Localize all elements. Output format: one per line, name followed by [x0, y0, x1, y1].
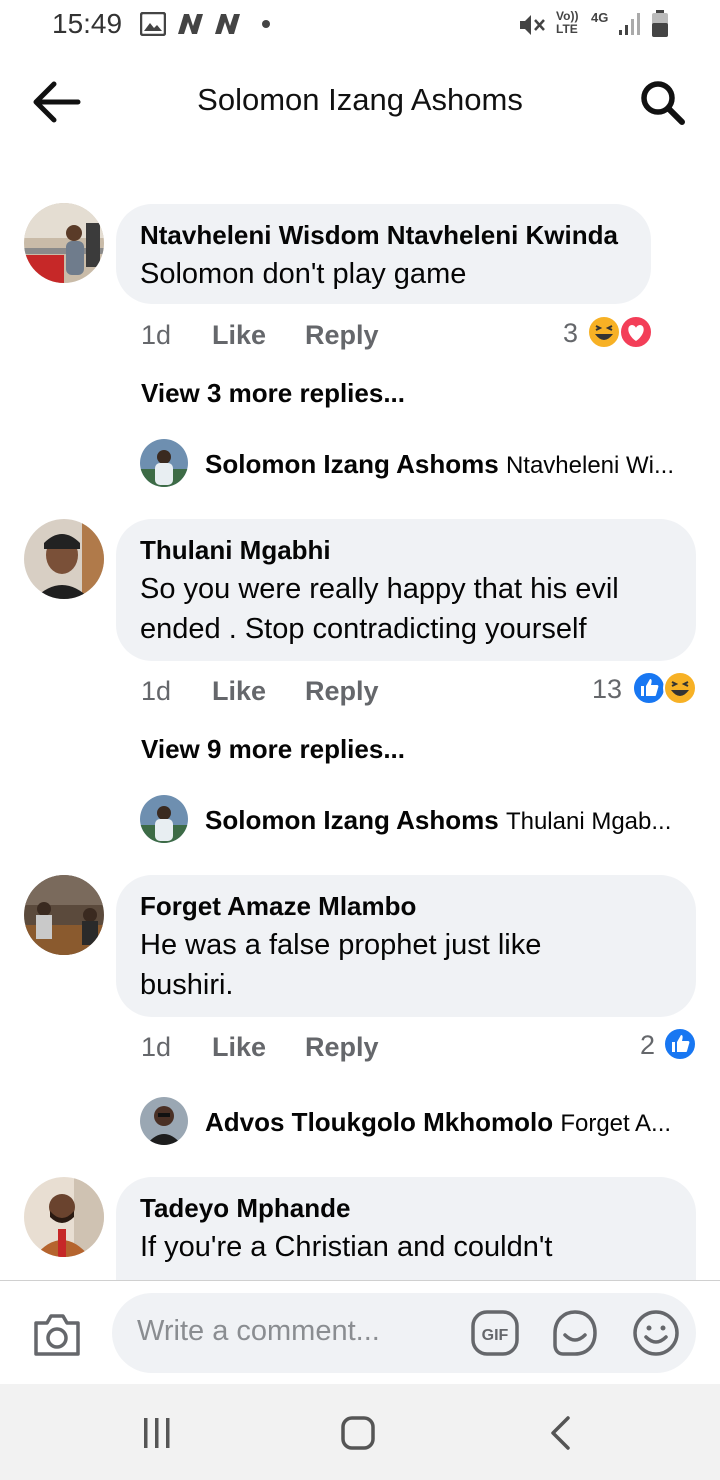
mute-icon	[520, 15, 545, 35]
comment-composer: Write a comment... GIF	[0, 1280, 720, 1385]
recent-apps-icon[interactable]	[140, 1416, 174, 1450]
love-reaction-icon	[619, 315, 653, 349]
haha-reaction-icon	[587, 315, 621, 349]
reply-button[interactable]: Reply	[305, 676, 379, 707]
like-reaction-icon	[663, 1027, 697, 1061]
camera-icon[interactable]	[32, 1313, 82, 1357]
system-back-icon[interactable]	[546, 1414, 574, 1452]
avatar[interactable]	[140, 439, 188, 487]
app-header: Solomon Izang Ashoms	[0, 60, 720, 144]
haha-reaction-icon	[663, 671, 697, 705]
reply-button[interactable]: Reply	[305, 1032, 379, 1063]
reply-snippet: Ntavheleni Wi...	[505, 452, 675, 479]
avatar[interactable]	[24, 1177, 104, 1257]
comment-input-placeholder: Write a comment...	[137, 1315, 380, 1347]
avatar[interactable]	[24, 203, 104, 283]
reaction-count[interactable]: 13	[592, 674, 622, 705]
comment-text-line: He was a false prophet just like	[140, 929, 542, 961]
comment-text-line: So you were really happy that his evil	[140, 573, 619, 605]
comment-bubble[interactable]: Thulani Mgabhi So you were really happy …	[116, 519, 696, 661]
system-nav-bar	[0, 1384, 720, 1480]
comment-timestamp: 1d	[141, 676, 172, 706]
signal-icon	[619, 13, 640, 35]
status-time: 15:49	[52, 8, 123, 39]
comment-author[interactable]: Tadeyo Mphande	[140, 1193, 350, 1224]
reply-author[interactable]: Solomon Izang Ashoms	[205, 449, 499, 479]
like-button[interactable]: Like	[212, 320, 266, 351]
like-button[interactable]: Like	[212, 1032, 266, 1063]
svg-text:GIF: GIF	[482, 1327, 509, 1344]
gallery-notification-icon	[140, 12, 166, 36]
avatar[interactable]	[24, 875, 104, 955]
comment-text-line: bushiri.	[140, 969, 234, 1001]
home-icon[interactable]	[340, 1415, 376, 1451]
comment-input[interactable]: Write a comment... GIF	[112, 1293, 696, 1373]
reply-snippet: Thulani Mgab...	[505, 808, 672, 835]
reply-preview[interactable]: Advos Tloukgolo Mkhomolo Forget A...	[205, 1107, 671, 1138]
reply-snippet: Forget A...	[560, 1110, 672, 1137]
network-gen-indicator: 4G	[591, 10, 609, 25]
reply-author[interactable]: Solomon Izang Ashoms	[205, 805, 499, 835]
reply-author[interactable]: Advos Tloukgolo Mkhomolo	[205, 1107, 553, 1137]
reply-preview[interactable]: Solomon Izang Ashoms Thulani Mgab...	[205, 805, 671, 836]
status-bar: 15:49 Vo)) LTE 4G	[0, 0, 720, 50]
comment-text-line: If you're a Christian and couldn't	[140, 1231, 553, 1263]
comment-author[interactable]: Forget Amaze Mlambo	[140, 891, 416, 922]
reaction-count[interactable]: 2	[640, 1030, 655, 1061]
avatar[interactable]	[140, 1097, 188, 1145]
search-icon[interactable]	[638, 78, 688, 128]
volte-indicator: Vo)) LTE	[556, 9, 579, 36]
comment-text: Solomon don't play game	[140, 258, 467, 290]
dot-icon	[262, 20, 270, 28]
comment-timestamp: 1d	[141, 320, 172, 350]
battery-icon	[652, 10, 668, 37]
n-notification-icon	[178, 14, 203, 34]
page-title: Solomon Izang Ashoms	[197, 82, 523, 117]
comment-bubble[interactable]: Forget Amaze Mlambo He was a false proph…	[116, 875, 696, 1017]
gif-icon[interactable]: GIF	[470, 1309, 520, 1357]
emoji-icon[interactable]	[630, 1307, 682, 1359]
reply-preview[interactable]: Solomon Izang Ashoms Ntavheleni Wi...	[205, 449, 674, 480]
comment-timestamp: 1d	[141, 1032, 172, 1062]
reaction-count[interactable]: 3	[563, 318, 578, 349]
avatar[interactable]	[24, 519, 104, 599]
comment-text-line: ended . Stop contradicting yourself	[140, 613, 587, 645]
view-more-replies[interactable]: View 9 more replies...	[141, 734, 405, 765]
comment-author[interactable]: Ntavheleni Wisdom Ntavheleni Kwinda	[140, 220, 618, 251]
comment-bubble[interactable]: Ntavheleni Wisdom Ntavheleni Kwinda Solo…	[116, 204, 651, 304]
avatar[interactable]	[140, 795, 188, 843]
view-more-replies[interactable]: View 3 more replies...	[141, 378, 405, 409]
comment-author[interactable]: Thulani Mgabhi	[140, 535, 331, 566]
n-notification-icon-2	[215, 14, 240, 34]
reply-button[interactable]: Reply	[305, 320, 379, 351]
sticker-icon[interactable]	[549, 1307, 601, 1359]
like-button[interactable]: Like	[212, 676, 266, 707]
